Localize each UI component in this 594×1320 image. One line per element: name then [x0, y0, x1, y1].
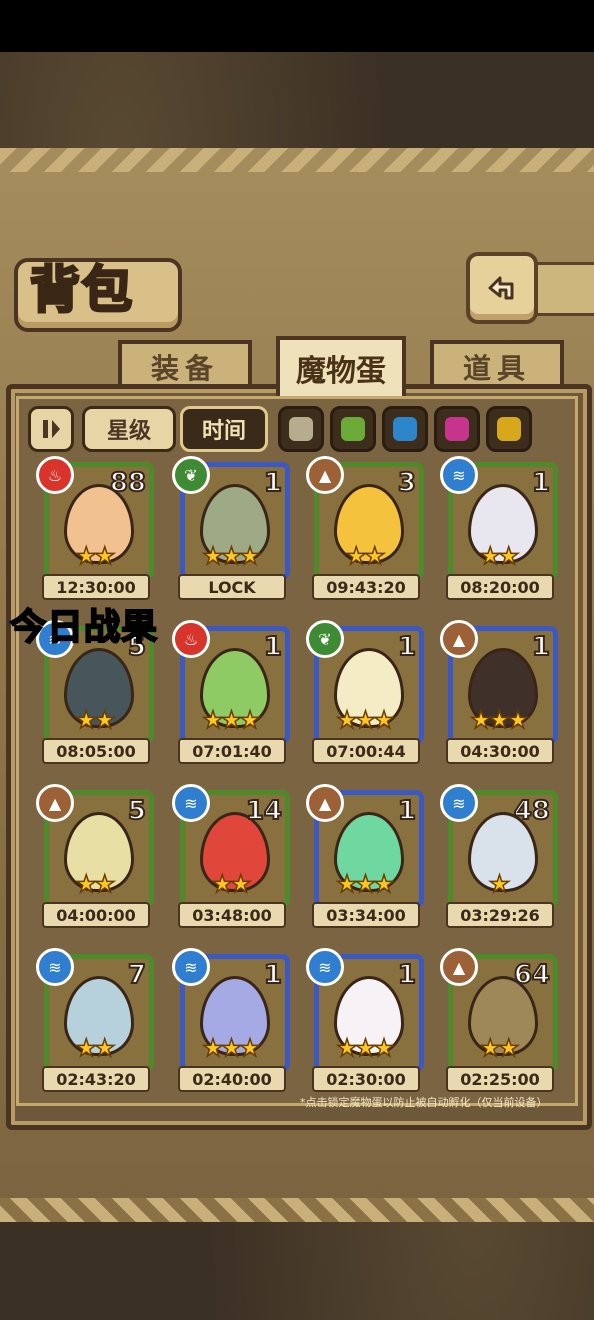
- star-rating: ★★★: [335, 1033, 395, 1063]
- egg-count: 88: [109, 467, 147, 499]
- egg-card[interactable]: ≋ 14 ★★ 03:48:00: [172, 784, 290, 928]
- back-button[interactable]: [466, 252, 538, 324]
- daily-results-overlay: 今日战果: [9, 606, 159, 649]
- water-element-icon: ≋: [172, 948, 210, 986]
- egg-card[interactable]: ≋ 1 ★★★ 02:30:00: [306, 948, 424, 1092]
- egg-card[interactable]: ▲ 1 ★★★ 03:34:00: [306, 784, 424, 928]
- egg-card[interactable]: ≋ 1 ★★ 08:20:00: [440, 456, 558, 600]
- egg-count: 14: [245, 795, 283, 827]
- egg-count: 1: [263, 467, 283, 499]
- hatch-timer: 02:25:00: [446, 1066, 554, 1092]
- egg-count: 64: [513, 959, 551, 991]
- water-element-icon: ≋: [306, 948, 344, 986]
- hatch-timer: 08:05:00: [42, 738, 150, 764]
- hatch-timer: 07:00:44: [312, 738, 420, 764]
- water-element-icon: ≋: [440, 784, 478, 822]
- egg-count: 3: [397, 467, 417, 499]
- hatch-timer: LOCK: [178, 574, 286, 600]
- hatch-timer: 03:34:00: [312, 902, 420, 928]
- sort-by-time-button[interactable]: 时间: [180, 406, 268, 452]
- star-rating: ★★★: [201, 1033, 261, 1063]
- tab-items[interactable]: 道具: [430, 340, 564, 390]
- back-arrow-icon: [488, 276, 514, 300]
- star-rating: ★★: [479, 1033, 521, 1063]
- star-rating: ★★★: [335, 705, 395, 735]
- star-rating: ★★: [75, 705, 117, 735]
- tab-monster-eggs[interactable]: 魔物蛋: [276, 336, 406, 396]
- egg-card[interactable]: ≋ 7 ★★ 02:43:20: [36, 948, 154, 1092]
- egg-card[interactable]: ▲ 1 ★★★ 04:30:00: [440, 620, 558, 764]
- hatch-timer: 04:00:00: [42, 902, 150, 928]
- status-bar: [0, 0, 594, 52]
- sort-order-icon: [43, 420, 60, 438]
- hatch-timer: 02:43:20: [42, 1066, 150, 1092]
- hatch-timer: 03:29:26: [446, 902, 554, 928]
- egg-card[interactable]: ♨ 88 ★★ 12:30:00: [36, 456, 154, 600]
- fire-element-icon: ♨: [36, 456, 74, 494]
- egg-count: 1: [397, 959, 417, 991]
- star-rating: ★★: [479, 541, 521, 571]
- water-element-icon: ≋: [440, 456, 478, 494]
- star-rating: ★★★: [201, 541, 261, 571]
- egg-count: 7: [127, 959, 147, 991]
- sort-by-star-button[interactable]: 星级: [82, 406, 176, 452]
- star-rating: ★★★: [201, 705, 261, 735]
- egg-card[interactable]: ▲ 64 ★★ 02:25:00: [440, 948, 558, 1092]
- sort-toggle-button[interactable]: [28, 406, 74, 452]
- earth-element-icon: ▲: [36, 784, 74, 822]
- hatch-timer: 03:48:00: [178, 902, 286, 928]
- egg-card[interactable]: ▲ 3 ★★ 09:43:20: [306, 456, 424, 600]
- star-rating: ★★: [345, 541, 387, 571]
- page-title: 背包: [29, 260, 134, 321]
- lock-hint-text: *点击锁定魔物蛋以防止被自动孵化（仅当前设备）: [300, 1096, 548, 1109]
- egg-card[interactable]: ≋ 1 ★★★ 02:40:00: [172, 948, 290, 1092]
- earth-element-icon: ▲: [440, 620, 478, 658]
- hatch-timer: 08:20:00: [446, 574, 554, 600]
- grass-element-icon: ❦: [306, 620, 344, 658]
- egg-card[interactable]: ≋ 48 ★ 03:29:26: [440, 784, 558, 928]
- filter-purple-button[interactable]: [434, 406, 480, 452]
- egg-card[interactable]: ❦ 1 ★★★ LOCK: [172, 456, 290, 600]
- egg-card[interactable]: ❦ 1 ★★★ 07:00:44: [306, 620, 424, 764]
- tab-equipment[interactable]: 装备: [118, 340, 252, 390]
- filter-gold-button[interactable]: [486, 406, 532, 452]
- egg-count: 1: [263, 631, 283, 663]
- star-rating: ★★: [75, 541, 117, 571]
- hatch-timer: 02:30:00: [312, 1066, 420, 1092]
- earth-element-icon: ▲: [440, 948, 478, 986]
- hatch-timer: 07:01:40: [178, 738, 286, 764]
- hatch-timer: 04:30:00: [446, 738, 554, 764]
- star-rating: ★: [488, 869, 511, 899]
- water-element-icon: ≋: [172, 784, 210, 822]
- grass-element-icon: ❦: [172, 456, 210, 494]
- egg-count: 1: [397, 795, 417, 827]
- egg-count: 1: [531, 631, 551, 663]
- egg-card[interactable]: ▲ 5 ★★ 04:00:00: [36, 784, 154, 928]
- star-rating: ★★: [75, 869, 117, 899]
- egg-count: 5: [127, 795, 147, 827]
- earth-element-icon: ▲: [306, 456, 344, 494]
- star-rating: ★★★: [335, 869, 395, 899]
- hatch-timer: 09:43:20: [312, 574, 420, 600]
- star-rating: ★★: [211, 869, 253, 899]
- star-rating: ★★★: [469, 705, 529, 735]
- egg-card[interactable]: ♨ 1 ★★★ 07:01:40: [172, 620, 290, 764]
- egg-count: 48: [513, 795, 551, 827]
- egg-count: 1: [263, 959, 283, 991]
- filter-green-button[interactable]: [330, 406, 376, 452]
- fire-element-icon: ♨: [172, 620, 210, 658]
- egg-count: 1: [531, 467, 551, 499]
- water-element-icon: ≋: [36, 948, 74, 986]
- egg-count: 1: [397, 631, 417, 663]
- hatch-timer: 12:30:00: [42, 574, 150, 600]
- hatch-timer: 02:40:00: [178, 1066, 286, 1092]
- filter-blue-button[interactable]: [382, 406, 428, 452]
- filter-gray-button[interactable]: [278, 406, 324, 452]
- earth-element-icon: ▲: [306, 784, 344, 822]
- star-rating: ★★: [75, 1033, 117, 1063]
